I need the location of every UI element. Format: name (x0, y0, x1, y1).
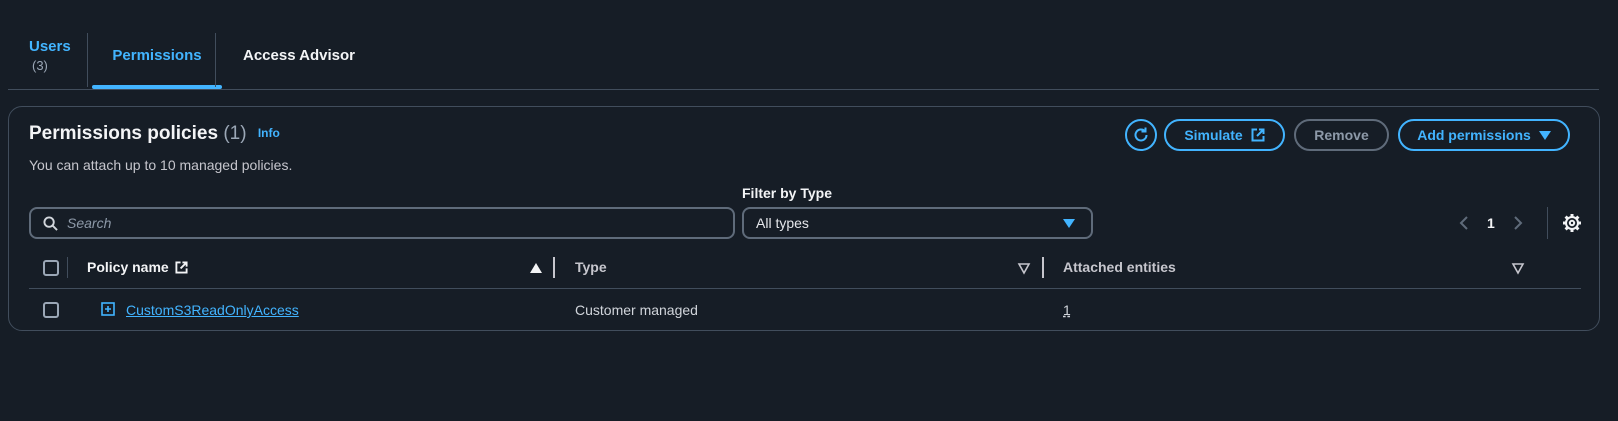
tab-users[interactable]: Users (3) (29, 38, 71, 97)
external-link-icon (175, 260, 188, 274)
column-header-type[interactable]: Type (575, 259, 607, 275)
current-page[interactable]: 1 (1487, 215, 1495, 231)
caret-down-icon (1538, 130, 1551, 140)
attached-entities-cell: 1 (1063, 302, 1071, 318)
policy-name-link[interactable]: CustomS3ReadOnlyAccess (126, 302, 299, 318)
expand-row-icon[interactable] (101, 302, 115, 316)
table-header: Policy name Type Attached entities (29, 247, 1581, 289)
permissions-policies-panel: Permissions policies (1) Info You can at… (8, 106, 1600, 331)
policy-name-header-label: Policy name (87, 259, 169, 275)
type-filter-select[interactable]: All types (742, 207, 1093, 239)
tab-access-advisor-label: Access Advisor (243, 47, 356, 64)
chevron-right-icon[interactable] (1513, 216, 1523, 230)
remove-label: Remove (1314, 127, 1369, 143)
type-filter-value: All types (756, 215, 809, 231)
column-resizer[interactable] (553, 257, 555, 278)
attached-entities-link[interactable]: 1 (1063, 302, 1071, 318)
tab-bar: Users (3) Permissions Access Advisor (8, 30, 1599, 90)
table-row: CustomS3ReadOnlyAccess Customer managed … (29, 289, 1581, 331)
caret-down-icon (1063, 218, 1075, 228)
add-permissions-label: Add permissions (1417, 127, 1531, 143)
tab-access-advisor[interactable]: Access Advisor (243, 30, 355, 89)
refresh-icon (1134, 127, 1148, 142)
sort-descending-icon[interactable] (1017, 261, 1031, 275)
panel-title: Permissions policies (1) Info (29, 123, 280, 145)
simulate-button[interactable]: Simulate (1164, 119, 1285, 151)
remove-button[interactable]: Remove (1294, 119, 1389, 151)
column-header-attached-entities[interactable]: Attached entities (1063, 259, 1176, 275)
tab-users-count: (3) (32, 58, 48, 73)
select-all-checkbox[interactable] (43, 260, 59, 276)
chevron-left-icon[interactable] (1459, 216, 1469, 230)
tab-divider (215, 33, 216, 87)
pagination-divider (1547, 207, 1548, 239)
simulate-label: Simulate (1184, 127, 1243, 143)
row-checkbox[interactable] (43, 302, 59, 318)
sort-ascending-icon[interactable] (529, 261, 543, 275)
search-icon (43, 215, 58, 231)
settings-gear-icon[interactable] (1562, 213, 1582, 233)
tab-permissions[interactable]: Permissions (92, 30, 222, 89)
pagination: 1 (1459, 211, 1523, 235)
policy-count: (1) (223, 123, 247, 144)
external-link-icon (1251, 128, 1265, 142)
tab-divider (87, 33, 88, 87)
search-field[interactable] (29, 207, 735, 239)
sort-descending-icon[interactable] (1511, 261, 1525, 275)
column-header-policy-name[interactable]: Policy name (87, 259, 188, 275)
refresh-button[interactable] (1125, 119, 1157, 151)
panel-title-text: Permissions policies (29, 123, 219, 144)
policy-type-cell: Customer managed (575, 302, 698, 318)
add-permissions-button[interactable]: Add permissions (1398, 119, 1570, 151)
tab-permissions-label: Permissions (112, 47, 202, 64)
search-input[interactable] (67, 215, 667, 231)
column-resizer[interactable] (1042, 257, 1044, 278)
tab-users-label: Users (29, 38, 71, 55)
active-tab-indicator (92, 85, 222, 89)
column-divider (67, 257, 68, 278)
filter-type-label: Filter by Type (742, 185, 832, 201)
info-link[interactable]: Info (258, 126, 280, 140)
panel-description: You can attach up to 10 managed policies… (29, 157, 293, 173)
